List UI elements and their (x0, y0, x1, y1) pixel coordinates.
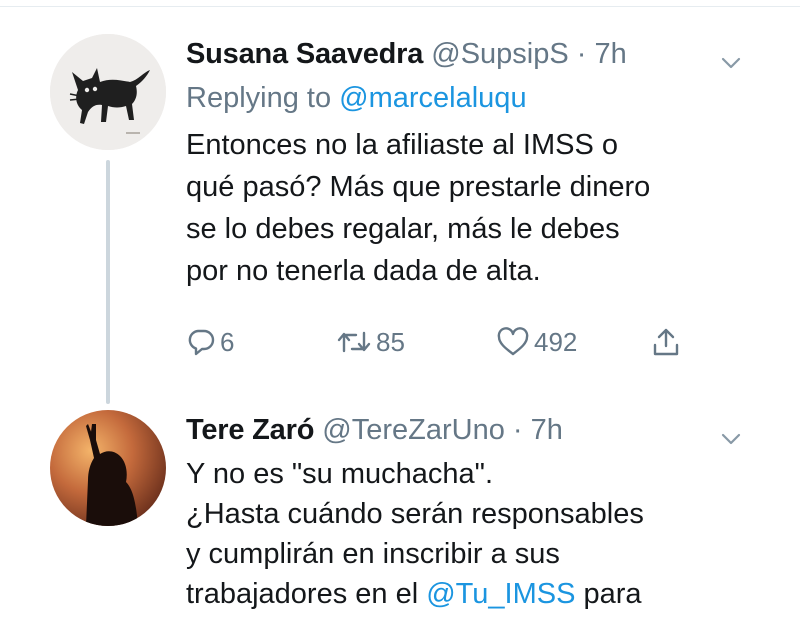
tweet-text-line: ¿Hasta cuándo serán responsables (186, 498, 644, 530)
share-icon (650, 326, 682, 358)
tweet-text: Entonces no la afiliaste al IMSS o qué p… (186, 124, 776, 292)
mention-link[interactable]: @Tu_IMSS (426, 578, 575, 610)
separator-dot: · (512, 414, 523, 446)
tweet-text-line: por no tenerla dada de alta. (186, 255, 541, 287)
reply-icon (186, 327, 216, 357)
tweet-text-line: se lo debes regalar, más le debes (186, 213, 620, 245)
tweet-text-line: Entonces no la afiliaste al IMSS o (186, 129, 619, 161)
chevron-down-icon[interactable] (719, 418, 743, 466)
replying-mention-link[interactable]: @marcelaluqu (339, 82, 526, 114)
top-divider (0, 6, 800, 7)
black-cat-drawing (50, 34, 166, 150)
retweet-button[interactable]: 85 (336, 318, 405, 366)
tweet-text-line: y cumplirán en inscribir a sus (186, 538, 560, 570)
share-button[interactable] (650, 318, 682, 366)
reply-count: 6 (220, 326, 235, 357)
retweet-count: 85 (376, 326, 405, 357)
avatar-tere-zaro[interactable] (50, 410, 166, 526)
tweet-text-line: Y no es "su muchacha". (186, 458, 494, 490)
avatar-susana-saavedra[interactable] (50, 34, 166, 150)
tweet-susana-saavedra[interactable]: Susana Saavedra @SupsipS · 7h Replying t… (186, 30, 800, 292)
thread-connector-line (106, 160, 110, 404)
tweet-time[interactable]: 7h (595, 38, 627, 70)
reply-button[interactable]: 6 (186, 318, 234, 366)
retweet-icon (336, 327, 372, 357)
author-handle[interactable]: @SupsipS (431, 38, 568, 70)
tweet-actions: 6 85 492 (186, 318, 706, 366)
text-segment: trabajadores en el (186, 578, 419, 610)
tweet-text-line: qué pasó? Más que prestarle dinero (186, 171, 651, 203)
text-segment: para (583, 578, 642, 610)
replying-to: Replying to @marcelaluqu (186, 78, 800, 118)
tweet-text: Y no es "su muchacha". ¿Hasta cuándo ser… (186, 454, 786, 614)
sunset-silhouette-photo (50, 410, 166, 526)
tweet-header: Tere Zaró @TereZarUno · 7h (186, 406, 800, 454)
author-name[interactable]: Susana Saavedra (186, 38, 423, 70)
tweet-header: Susana Saavedra @SupsipS · 7h (186, 30, 800, 78)
like-count: 492 (534, 326, 578, 357)
replying-prefix: Replying to (186, 82, 332, 114)
like-button[interactable]: 492 (496, 318, 577, 366)
separator-dot: · (576, 38, 587, 70)
author-name[interactable]: Tere Zaró (186, 414, 314, 446)
chevron-down-icon[interactable] (719, 42, 743, 90)
tweet-time[interactable]: 7h (531, 414, 563, 446)
author-handle[interactable]: @TereZarUno (322, 414, 505, 446)
tweet-text-line: trabajadores en el @Tu_IMSS para (186, 574, 786, 614)
tweet-tere-zaro[interactable]: Tere Zaró @TereZarUno · 7h Y no es "su m… (186, 406, 800, 614)
like-icon (496, 327, 530, 357)
